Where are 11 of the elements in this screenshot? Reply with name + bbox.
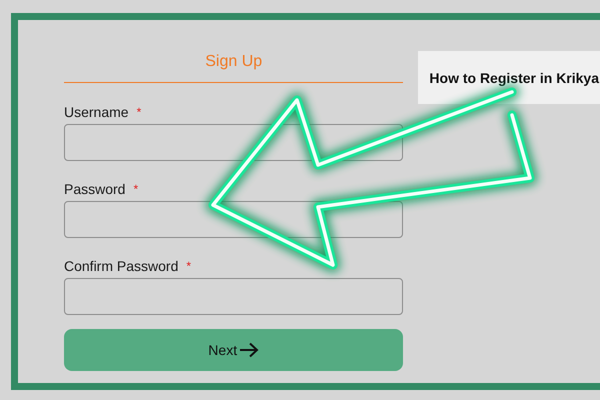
next-button[interactable]: Next (64, 329, 404, 371)
input-field[interactable] (64, 278, 404, 315)
card-heading: How to Register in Krikya (429, 70, 599, 86)
field-label: Confirm Password (64, 260, 178, 273)
arrow-right-icon (239, 342, 260, 358)
field-label: Password (64, 183, 126, 196)
required-asterisk: * (136, 106, 142, 119)
field-label: Username (64, 106, 129, 119)
form-title: Sign Up (204, 53, 264, 71)
required-asterisk: * (186, 260, 192, 273)
required-asterisk: * (133, 183, 138, 196)
